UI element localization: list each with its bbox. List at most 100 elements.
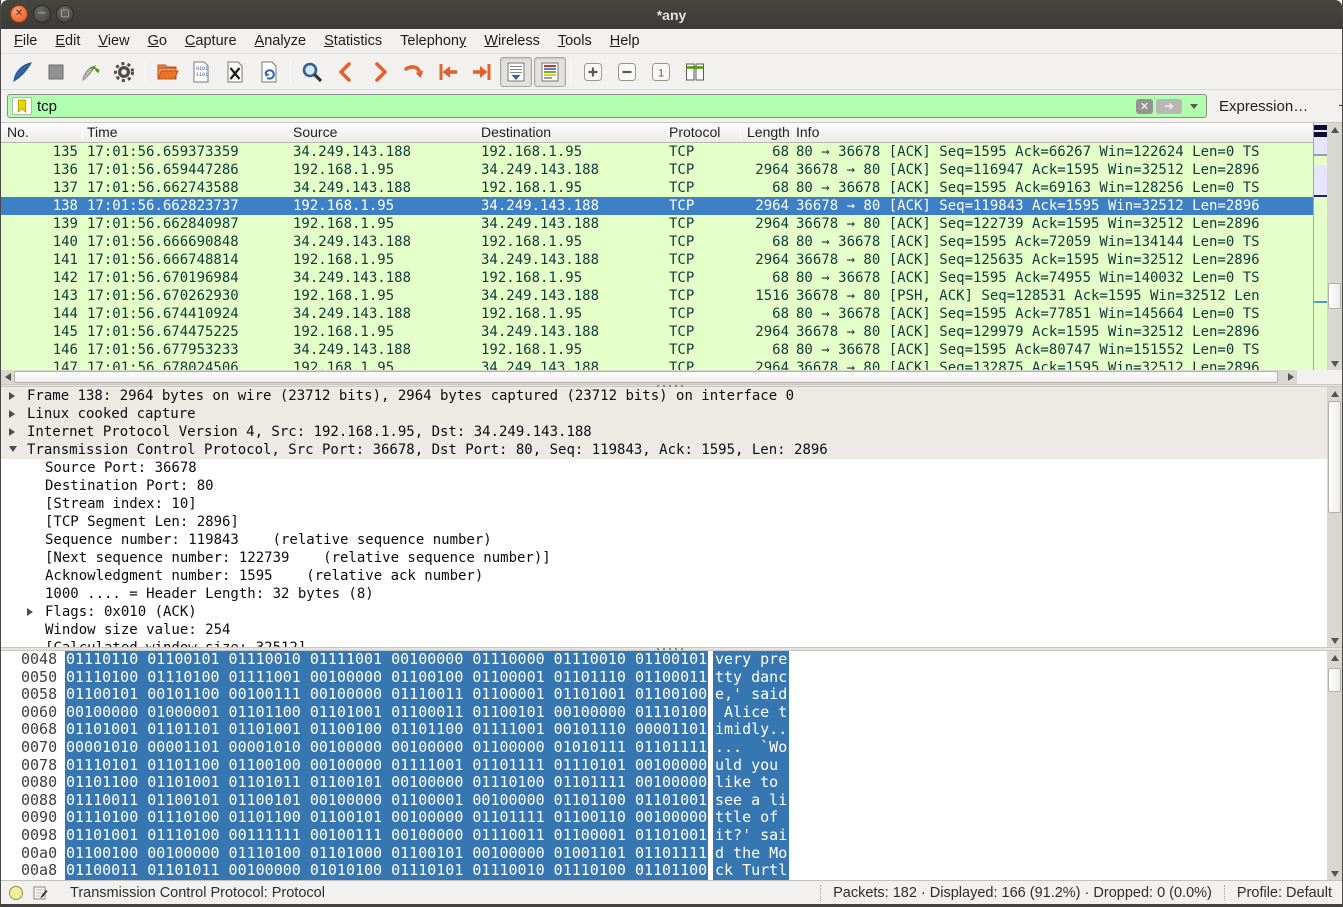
hscroll-track[interactable]	[1, 370, 1297, 384]
packet-list-minimap[interactable]	[1313, 123, 1327, 370]
column-header-destination[interactable]: Destination	[481, 124, 551, 140]
expand-icon[interactable]	[9, 428, 15, 436]
zoom-in-icon[interactable]	[577, 57, 609, 87]
scroll-left-icon[interactable]	[1, 370, 14, 384]
packet-row-140[interactable]: 14017:01:56.66669084834.249.143.188192.1…	[1, 233, 1314, 251]
byte-binary[interactable]: 01101001 01101101 01101001 01100100 0110…	[65, 721, 708, 739]
byte-ascii[interactable]: very pre	[713, 651, 789, 669]
display-filter-entry[interactable]: ✕ ➜	[7, 94, 1207, 118]
detail-row[interactable]: Flags: 0x010 (ACK)	[1, 603, 1328, 621]
bytes-row-0098[interactable]: 009801101001 01110100 00111111 00100111 …	[1, 827, 1342, 845]
find-packet-icon[interactable]	[296, 57, 328, 87]
column-divider[interactable]	[792, 125, 793, 141]
packet-list-vscrollbar[interactable]	[1327, 123, 1342, 370]
go-back-icon[interactable]	[330, 57, 362, 87]
byte-ascii[interactable]: ck Turtl	[713, 862, 789, 880]
bytes-row-0060[interactable]: 006000100000 01000001 01101100 01101001 …	[1, 704, 1342, 722]
menu-edit[interactable]: Edit	[46, 30, 89, 52]
column-divider[interactable]	[740, 125, 741, 141]
detail-row[interactable]: [Next sequence number: 122739 (relative …	[1, 549, 1328, 567]
bytes-row-0070[interactable]: 007000001010 00001101 00001010 00100000 …	[1, 739, 1342, 757]
filter-bookmark-icon[interactable]	[12, 97, 32, 115]
column-divider[interactable]	[667, 125, 668, 141]
collapse-icon[interactable]	[9, 446, 17, 452]
detail-row[interactable]: Destination Port: 80	[1, 477, 1328, 495]
reload-file-icon[interactable]	[253, 57, 285, 87]
packet-row-143[interactable]: 14317:01:56.670262930192.168.1.9534.249.…	[1, 287, 1314, 305]
detail-row[interactable]: Internet Protocol Version 4, Src: 192.16…	[1, 423, 1328, 441]
byte-ascii[interactable]: see a li	[713, 792, 789, 810]
filter-history-chevron-down-icon[interactable]	[1190, 104, 1198, 109]
expert-info-icon[interactable]	[9, 886, 23, 900]
byte-binary[interactable]: 01100011 01101011 00100000 01010100 0111…	[65, 862, 708, 880]
detail-row[interactable]: [TCP Segment Len: 2896]	[1, 513, 1328, 531]
column-header-info[interactable]: Info	[796, 124, 819, 140]
scroll-up-icon[interactable]	[1327, 123, 1342, 136]
detail-row[interactable]: [Stream index: 10]	[1, 495, 1328, 513]
restart-capture-icon[interactable]	[74, 57, 106, 87]
detail-row[interactable]: Frame 138: 2964 bytes on wire (23712 bit…	[1, 387, 1328, 405]
go-first-icon[interactable]	[432, 57, 464, 87]
detail-row[interactable]: Sequence number: 119843 (relative sequen…	[1, 531, 1328, 549]
scrollbar-thumb[interactable]	[1328, 401, 1341, 513]
byte-binary[interactable]: 01101100 01101001 01101011 01100101 0010…	[65, 774, 708, 792]
zoom-out-icon[interactable]	[611, 57, 643, 87]
bytes-row-0058[interactable]: 005801100101 00101100 00100111 00100000 …	[1, 686, 1342, 704]
bytes-row-00a8[interactable]: 00a801100011 01101011 00100000 01010100 …	[1, 862, 1342, 880]
packet-row-141[interactable]: 14117:01:56.666748814192.168.1.9534.249.…	[1, 251, 1314, 269]
scrollbar-thumb[interactable]	[1328, 283, 1341, 309]
byte-ascii[interactable]: d the Mo	[713, 845, 789, 863]
bytes-row-0088[interactable]: 008801110011 01100101 01100101 00100000 …	[1, 792, 1342, 810]
bytes-row-0068[interactable]: 006801101001 01101101 01101001 01100100 …	[1, 721, 1342, 739]
packet-row-145[interactable]: 14517:01:56.674475225192.168.1.9534.249.…	[1, 323, 1314, 341]
byte-ascii[interactable]: tty danc	[713, 669, 789, 687]
save-file-icon[interactable]: 01011101	[185, 57, 217, 87]
byte-ascii[interactable]: imidly..	[713, 721, 789, 739]
packet-row-142[interactable]: 14217:01:56.67019698434.249.143.188192.1…	[1, 269, 1314, 287]
bytes-row-0048[interactable]: 004801110110 01100101 01110010 01111001 …	[1, 651, 1342, 669]
detail-row[interactable]: 1000 .... = Header Length: 32 bytes (8)	[1, 585, 1328, 603]
menu-tools[interactable]: Tools	[549, 30, 601, 52]
byte-binary[interactable]: 01110100 01110100 01101100 01100101 0010…	[65, 809, 708, 827]
go-to-packet-icon[interactable]	[398, 57, 430, 87]
packet-list-hscrollbar[interactable]	[1, 370, 1342, 384]
expression-button[interactable]: Expression…	[1219, 98, 1308, 115]
profile-status[interactable]: Profile: Default	[1237, 885, 1332, 901]
details-vscrollbar[interactable]	[1327, 387, 1342, 647]
byte-ascii[interactable]: e,' said	[713, 686, 789, 704]
column-header-no[interactable]: No.	[7, 124, 29, 140]
menu-capture[interactable]: Capture	[176, 30, 246, 52]
go-last-icon[interactable]	[466, 57, 498, 87]
expand-icon[interactable]	[27, 608, 33, 616]
column-header-length[interactable]: Length	[747, 124, 790, 140]
byte-binary[interactable]: 01100101 00101100 00100111 00100000 0111…	[65, 686, 708, 704]
hscroll-thumb[interactable]	[14, 371, 1278, 383]
byte-ascii[interactable]: ttle of	[713, 809, 789, 827]
column-header-source[interactable]: Source	[293, 124, 337, 140]
start-capture-icon[interactable]	[6, 57, 38, 87]
byte-binary[interactable]: 01100100 00100000 01110100 01101000 0110…	[65, 845, 708, 863]
maximize-window-icon[interactable]: ▢	[56, 5, 74, 23]
bytes-row-0080[interactable]: 008001101100 01101001 01101011 01100101 …	[1, 774, 1342, 792]
menu-analyze[interactable]: Analyze	[246, 30, 316, 52]
capture-comment-icon[interactable]	[33, 885, 48, 900]
column-header-time[interactable]: Time	[87, 124, 118, 140]
byte-ascii[interactable]: it?' sai	[713, 827, 789, 845]
zoom-100-icon[interactable]: 1	[645, 57, 677, 87]
packet-row-146[interactable]: 14617:01:56.67795323334.249.143.188192.1…	[1, 341, 1314, 359]
column-divider[interactable]	[480, 125, 481, 141]
packet-row-137[interactable]: 13717:01:56.66274358834.249.143.188192.1…	[1, 179, 1314, 197]
byte-binary[interactable]: 01110011 01100101 01100101 00100000 0110…	[65, 792, 708, 810]
auto-scroll-icon[interactable]	[500, 57, 532, 87]
scroll-down-icon[interactable]	[1327, 357, 1342, 370]
detail-row[interactable]: Window size value: 254	[1, 621, 1328, 639]
go-forward-icon[interactable]	[364, 57, 396, 87]
menu-go[interactable]: Go	[139, 30, 176, 52]
colorize-icon[interactable]	[534, 57, 566, 87]
capture-options-icon[interactable]	[108, 57, 140, 87]
detail-row[interactable]: Source Port: 36678	[1, 459, 1328, 477]
byte-binary[interactable]: 00100000 01000001 01101100 01101001 0110…	[65, 704, 708, 722]
byte-ascii[interactable]: uld you	[713, 757, 789, 775]
open-file-icon[interactable]	[151, 57, 183, 87]
bytes-row-0050[interactable]: 005001110100 01110100 01111001 00100000 …	[1, 669, 1342, 687]
